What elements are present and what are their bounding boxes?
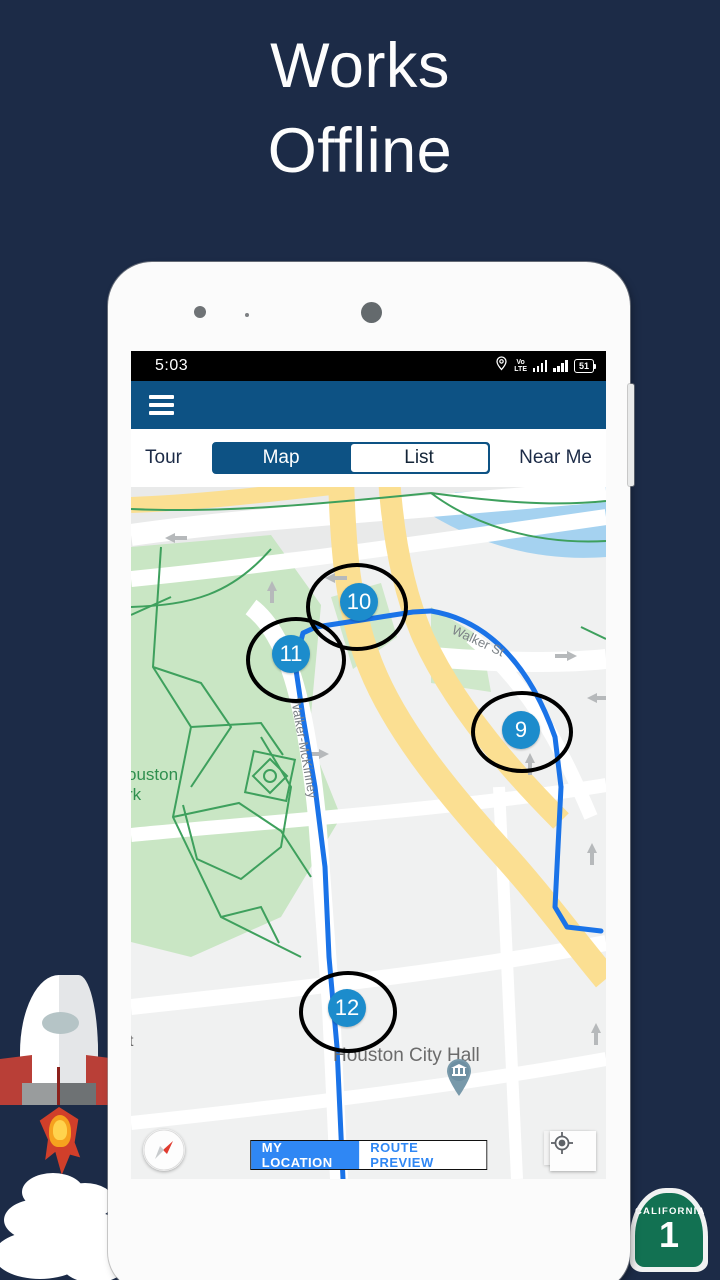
app-bar [131, 381, 606, 429]
park-label-line-2: rk [131, 785, 142, 804]
page-title: Works Offline [0, 24, 720, 194]
hamburger-menu-icon[interactable] [149, 391, 174, 420]
my-location-action-button[interactable]: MY LOCATION [250, 1140, 360, 1170]
rocket-seam [57, 1067, 60, 1105]
phone-camera-icon [361, 302, 382, 323]
map-marker[interactable]: 12 [328, 989, 366, 1027]
volte-top-label: Vo [516, 358, 525, 366]
status-bar: 5:03 Vo LTE 51 [131, 351, 606, 381]
location-pin-icon [495, 356, 508, 376]
map-marker[interactable]: 10 [340, 583, 378, 621]
volte-indicator: Vo LTE [514, 359, 527, 374]
route-preview-action-button[interactable]: ROUTE PREVIEW [359, 1140, 487, 1170]
map-list-segmented-control: Map List [211, 442, 490, 474]
battery-indicator: 51 [573, 359, 597, 373]
rocket-window-icon [42, 1012, 79, 1034]
my-location-button[interactable] [550, 1131, 596, 1171]
map-marker[interactable]: 11 [272, 635, 310, 673]
phone-power-button[interactable] [628, 384, 634, 486]
phone-mockup: 5:03 Vo LTE 51 Tour Map List Near Me Wal… [108, 262, 634, 1280]
phone-led-icon [245, 313, 249, 317]
view-tab-bar: Tour Map List Near Me [131, 429, 606, 487]
tab-map[interactable]: Map [212, 443, 350, 473]
tab-tour[interactable]: Tour [145, 447, 182, 469]
status-bar-clock: 5:03 [155, 357, 189, 374]
map-canvas[interactable]: Walker St Walker-McKinney ouston rk t Ho… [131, 487, 606, 1179]
map-action-buttons: MY LOCATION ROUTE PREVIEW [249, 1140, 488, 1170]
city-hall-pin-icon[interactable] [444, 1057, 474, 1097]
shield-route-number: 1 [658, 1214, 680, 1255]
california-highway-shield-icon: CALIFORNIA 1 [630, 1188, 708, 1272]
tab-list[interactable]: List [349, 443, 489, 473]
rocket-base-shade [59, 1083, 96, 1105]
signal-bars-icon [553, 360, 568, 372]
map-marker[interactable]: 9 [502, 711, 540, 749]
status-bar-icons: Vo LTE 51 [495, 356, 597, 376]
phone-screen: 5:03 Vo LTE 51 Tour Map List Near Me Wal… [131, 351, 606, 1179]
headline-line-1: Works [270, 31, 450, 101]
volte-bottom-label: LTE [514, 366, 527, 373]
signal-bars-icon [532, 360, 548, 372]
phone-sensor-icon [194, 306, 206, 318]
park-label: ouston rk [131, 765, 178, 805]
compass-icon[interactable] [143, 1129, 185, 1171]
rocket-flame-core-icon [53, 1120, 67, 1140]
tab-near-me[interactable]: Near Me [519, 447, 592, 469]
shield-face: CALIFORNIA 1 [635, 1193, 704, 1267]
park-label-line-1: ouston [131, 765, 179, 784]
park-edge-label: t [131, 1033, 134, 1050]
headline-line-2: Offline [267, 116, 453, 187]
my-location-crosshair-icon [551, 1132, 573, 1154]
